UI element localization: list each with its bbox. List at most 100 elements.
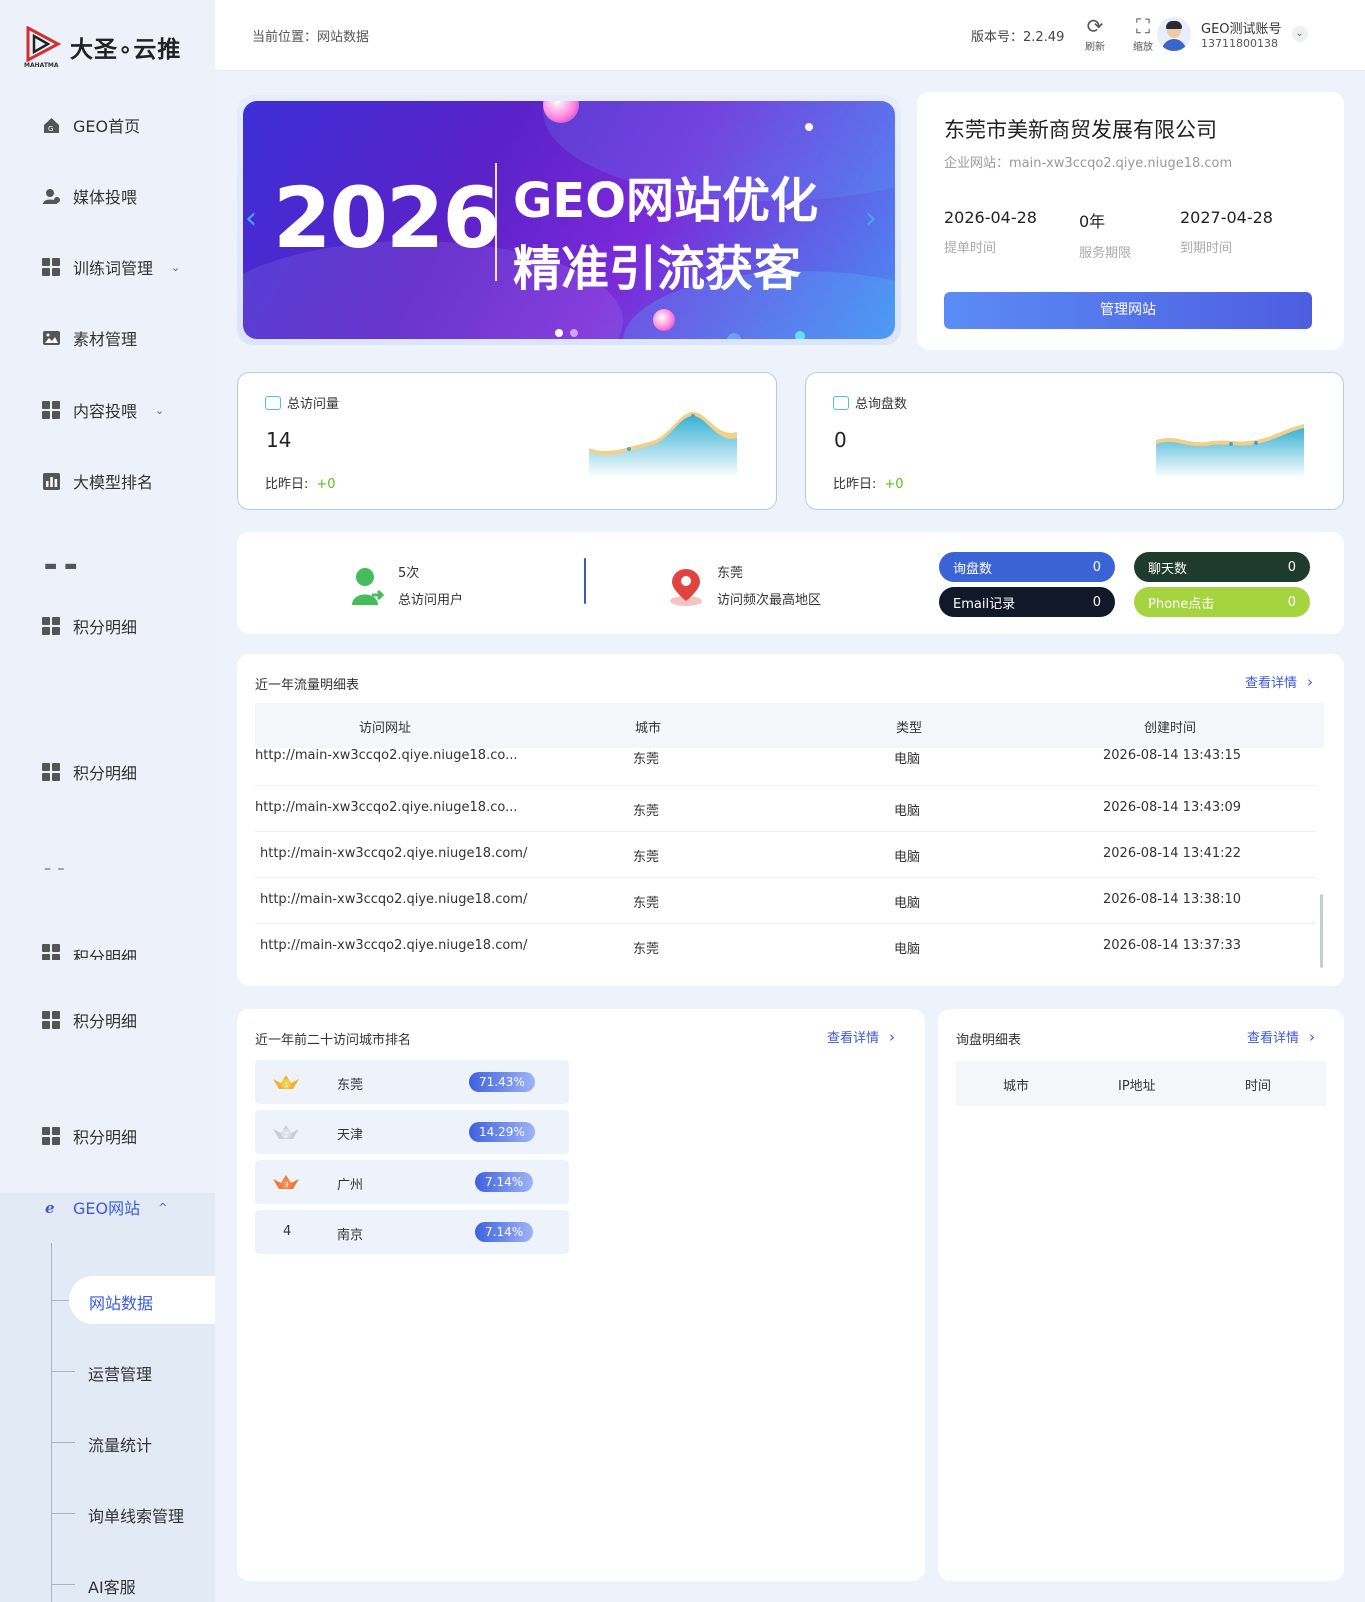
table-row[interactable]: http://main-xw3ccqo2.qiye.niuge18.com/ 东…: [255, 832, 1316, 878]
sidebar-item-points-3[interactable]: 积分明细: [42, 944, 137, 960]
carousel-dot[interactable]: [570, 329, 578, 337]
zoom-button[interactable]: ⛶ 缩放: [1126, 14, 1160, 53]
sidebar-item-points-1[interactable]: 积分明细: [42, 614, 137, 638]
view-details-link[interactable]: 查看详情 ›: [1247, 1027, 1315, 1047]
brand-logo[interactable]: MAHATMA 大圣∘云推: [24, 25, 181, 69]
rank-percent: 7.14%: [475, 1172, 534, 1192]
cell-city: 东莞: [633, 896, 660, 911]
sidebar-subitem-operations[interactable]: 运营管理: [88, 1361, 152, 1385]
ie-icon: e: [42, 1198, 61, 1217]
sidebar-item-label: 积分明细: [73, 1128, 138, 1147]
total-inquiries-card: 总询盘数 0 比昨日: +0: [805, 372, 1344, 510]
svg-text:e: e: [45, 1199, 55, 1217]
top-region-block: 东莞 访问频次最高地区: [669, 560, 821, 614]
sidebar-item-label: 积分明细: [73, 618, 138, 637]
sidebar-item-label: 素材管理: [73, 330, 138, 349]
visits-sparkline: [589, 412, 737, 478]
column-header: 类型: [896, 721, 923, 736]
summary-divider: [584, 558, 586, 604]
sidebar-item-media-feed[interactable]: 媒体投喂: [42, 184, 137, 208]
view-details-link[interactable]: 查看详情 ›: [827, 1027, 895, 1047]
manage-site-button[interactable]: 管理网站: [944, 292, 1312, 329]
table-scrollbar[interactable]: [1320, 894, 1323, 968]
sidebar: MAHATMA 大圣∘云推 G GEO首页 媒体投喂 训练词管理 ⌄ 素材管理 …: [0, 0, 215, 1602]
cell-type: 电脑: [894, 942, 921, 957]
sidebar-item-label: 积分明细: [73, 764, 138, 783]
tree-tick: [51, 1371, 75, 1372]
sidebar-item-points-5[interactable]: 积分明细: [42, 1124, 137, 1148]
top-bar: 当前位置：网站数据 版本号：2.2.49 ⟳ 刷新 ⛶ 缩放 GEO测试账号 1…: [215, 0, 1365, 71]
service-period: 0年: [1079, 212, 1106, 231]
table-row[interactable]: http://main-xw3ccqo2.qiye.niuge18.co... …: [255, 786, 1316, 832]
chevron-down-icon: ⌄: [171, 260, 181, 274]
svg-text:3: 3: [284, 1181, 288, 1189]
pill-label: 询盘数: [953, 561, 993, 577]
user-menu[interactable]: GEO测试账号 13711800138 ⌄: [1157, 17, 1308, 51]
chat-count-pill[interactable]: 聊天数 0: [1134, 552, 1310, 582]
sidebar-item-label: 训练词管理: [73, 259, 154, 278]
submit-date-block: 2026-04-28 提单时间: [944, 208, 1037, 256]
sidebar-item-label: GEO首页: [73, 117, 141, 136]
pill-value: 0: [1287, 559, 1296, 575]
rank-row[interactable]: 1 东莞 71.43%: [255, 1060, 569, 1104]
sidebar-item-label: 大模型排名: [73, 473, 154, 492]
company-name: 东莞市美新商贸发展有限公司: [944, 118, 1217, 142]
cell-city: 东莞: [633, 850, 660, 865]
refresh-icon: ⟳: [1086, 14, 1104, 38]
chevron-down-icon: ⌄: [155, 403, 165, 417]
cell-time: 2026-08-14 13:37:33: [1103, 938, 1242, 953]
pill-value: 0: [1092, 594, 1101, 610]
stat-compare-label: 比昨日:: [833, 477, 877, 492]
cell-type: 电脑: [894, 896, 921, 911]
rank-row[interactable]: 2 天津 14.29%: [255, 1110, 569, 1154]
table-row[interactable]: http://main-xw3ccqo2.qiye.niuge18.com/ 东…: [255, 924, 1316, 970]
sidebar-subitem-leads[interactable]: 询单线索管理: [88, 1503, 184, 1527]
sidebar-subitem-website-data[interactable]: 网站数据: [69, 1276, 215, 1324]
rank-city: 南京: [337, 1228, 364, 1243]
sidebar-item-points-4[interactable]: 积分明细: [42, 1008, 137, 1032]
company-site: 企业网站：main-xw3ccqo2.qiye.niuge18.com: [944, 156, 1233, 171]
sidebar-item-geo-home[interactable]: G GEO首页: [42, 113, 140, 137]
sidebar-item-keywords[interactable]: 训练词管理 ⌄: [42, 255, 180, 279]
sidebar-subitem-traffic-stats[interactable]: 流量统计: [88, 1432, 152, 1456]
carousel-prev-icon[interactable]: ‹: [245, 201, 257, 236]
sidebar-item-materials[interactable]: 素材管理: [42, 326, 137, 350]
stat-title-row: 总询盘数: [833, 393, 907, 412]
email-record-pill[interactable]: Email记录 0: [939, 587, 1115, 617]
tree-line: [51, 1243, 52, 1602]
carousel-next-icon[interactable]: ›: [865, 201, 877, 236]
table-row[interactable]: http://main-xw3ccqo2.qiye.niuge18.com/ 东…: [255, 878, 1316, 924]
breadcrumb: 当前位置：网站数据: [252, 30, 370, 45]
phone-click-pill[interactable]: Phone点击 0: [1134, 587, 1310, 617]
summary-card: 5次 总访问用户 东莞 访问频次最高地区 询盘数 0 聊天数 0 Email记录 0 …: [237, 532, 1344, 634]
chevron-up-icon: ^: [158, 1200, 168, 1214]
pill-label: 聊天数: [1148, 561, 1188, 577]
refresh-label: 刷新: [1085, 42, 1105, 53]
refresh-button[interactable]: ⟳ 刷新: [1078, 14, 1112, 53]
sidebar-item-label: 内容投喂: [73, 402, 138, 421]
promo-carousel[interactable]: 2026 GEO网站优化 精准引流获客 ‹ ›: [237, 95, 901, 345]
view-details-label: 查看详情: [1247, 1031, 1300, 1046]
rank-percent: 14.29%: [469, 1122, 535, 1142]
stat-compare: 比昨日: +0: [833, 473, 904, 492]
rank-percent: 71.43%: [469, 1072, 535, 1092]
zoom-label: 缩放: [1133, 42, 1153, 53]
visitors-block: 5次 总访问用户: [352, 560, 463, 614]
carousel-dot[interactable]: [555, 329, 563, 337]
sidebar-item-model-ranking[interactable]: 大模型排名: [42, 469, 153, 493]
sidebar-item-geo-site[interactable]: e GEO网站 ^: [42, 1195, 167, 1219]
inquiry-count-pill[interactable]: 询盘数 0: [939, 552, 1115, 582]
sidebar-subitem-ai-service[interactable]: AI客服: [88, 1574, 136, 1598]
pill-value: 0: [1287, 594, 1296, 610]
table-row[interactable]: http://main-xw3ccqo2.qiye.niuge18.co... …: [255, 740, 1316, 786]
sidebar-item-points-2[interactable]: 积分明细: [42, 760, 137, 784]
rank-row[interactable]: 4 南京 7.14%: [255, 1210, 569, 1254]
tree-tick: [51, 1584, 75, 1585]
cell-city: 东莞: [633, 804, 660, 819]
view-details-link[interactable]: 查看详情 ›: [1245, 672, 1313, 692]
rank-row[interactable]: 3 广州 7.14%: [255, 1160, 569, 1204]
city-ranking-card: 近一年前二十访问城市排名 查看详情 › 1 东莞 71.43% 2 天津 14.…: [237, 1009, 925, 1581]
divider-dash: ▬ ▬: [44, 558, 79, 574]
chevron-down-icon: ⌄: [1291, 26, 1308, 42]
sidebar-item-content-feed[interactable]: 内容投喂 ⌄: [42, 398, 164, 422]
